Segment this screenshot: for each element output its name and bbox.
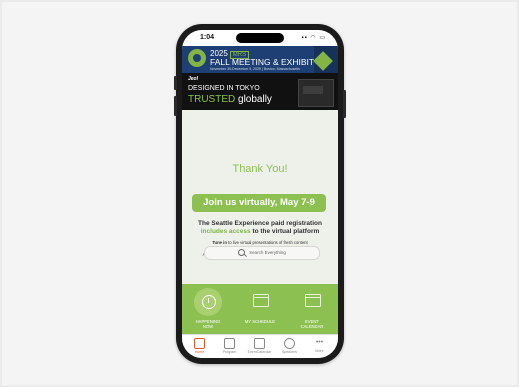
schedule-icon <box>253 294 269 307</box>
tab-label: Home <box>194 350 205 354</box>
app-screen: 1:04 ▪▪ ◠ ▭ 2025 MRS FALL MEETING & EXHIB… <box>182 30 338 358</box>
status-time: 1:04 <box>200 34 215 41</box>
status-bar: 1:04 ▪▪ ◠ ▭ <box>182 30 338 46</box>
tab-label: EventCalendar <box>247 350 272 354</box>
ad-globally: globally <box>238 94 272 105</box>
seattle-line-1: The Seattle Experience paid registration <box>198 220 322 227</box>
bullet1-bold: Tune in <box>212 240 227 245</box>
tile-label: CALENDAR <box>300 324 324 329</box>
alarm-clock-icon <box>202 295 216 309</box>
tab-event-calendar[interactable]: EventCalendar <box>244 337 275 357</box>
ad-line1: DESIGNED IN TOKYO <box>188 85 260 92</box>
calendar-icon <box>254 338 265 349</box>
bullet1-text: to live virtual presentations of fresh c… <box>228 240 308 245</box>
join-virtually-button[interactable]: Join us virtually, May 7-9 <box>192 194 326 212</box>
search-input[interactable]: Search Everything <box>204 246 320 260</box>
tab-more[interactable]: ••• More <box>304 337 335 357</box>
search-placeholder: Search Everything <box>249 250 286 255</box>
tab-label: More <box>315 349 324 353</box>
seattle-rest: to the virtual platform <box>252 228 320 235</box>
tab-label: Program <box>222 350 237 354</box>
mrs-logo-icon <box>188 49 206 67</box>
tile-happening-now[interactable]: HAPPENING NOW <box>182 284 234 334</box>
signal-wifi-battery-icon: ▪▪ ◠ ▭ <box>301 35 326 41</box>
ad-trusted: TRUSTED <box>188 94 236 105</box>
bottom-tab-bar: Home Program EventCalendar Speakers ••• … <box>182 334 338 358</box>
search-icon <box>238 249 246 257</box>
tab-program[interactable]: Program <box>214 337 245 357</box>
phone-side-button <box>174 76 177 90</box>
program-icon <box>224 338 235 349</box>
more-icon: ••• <box>315 339 324 346</box>
tile-event-calendar[interactable]: EVENT CALENDAR <box>286 284 338 334</box>
tab-home[interactable]: Home <box>184 337 215 357</box>
tile-my-schedule[interactable]: MY SCHEDULE <box>234 284 286 334</box>
ad-decoration-icon <box>314 46 338 73</box>
bullet-tune-in: Tune in to live virtual presentations of… <box>182 240 338 245</box>
seattle-line-2: includes access to the virtual platform <box>182 228 338 235</box>
seattle-highlight: includes access <box>200 228 251 235</box>
jeol-brand: Jeol <box>188 76 199 82</box>
speakers-icon <box>284 338 295 349</box>
ad-banner-jeol[interactable]: Jeol DESIGNED IN TOKYO TRUSTED globally <box>182 73 338 110</box>
tile-label: NOW <box>202 324 214 329</box>
home-icon <box>194 338 205 349</box>
tile-label: MY SCHEDULE <box>244 319 276 324</box>
ad-subtitle: November 30-December 5, 2025 | Boston, M… <box>210 67 301 71</box>
ad-banner-meeting[interactable]: 2025 MRS FALL MEETING & EXHIBIT November … <box>182 46 338 73</box>
instrument-image <box>298 79 334 107</box>
ad-title: FALL MEETING & EXHIBIT <box>210 57 315 67</box>
page-title: Thank You! <box>232 163 288 175</box>
tab-label: Speakers <box>281 350 298 354</box>
tab-speakers[interactable]: Speakers <box>274 337 305 357</box>
phone-power-button <box>343 90 346 118</box>
calendar-icon <box>305 294 321 307</box>
phone-volume-button <box>174 96 177 116</box>
quick-links: HAPPENING NOW MY SCHEDULE EVENT CALENDAR <box>182 284 338 334</box>
dynamic-island <box>236 33 284 43</box>
